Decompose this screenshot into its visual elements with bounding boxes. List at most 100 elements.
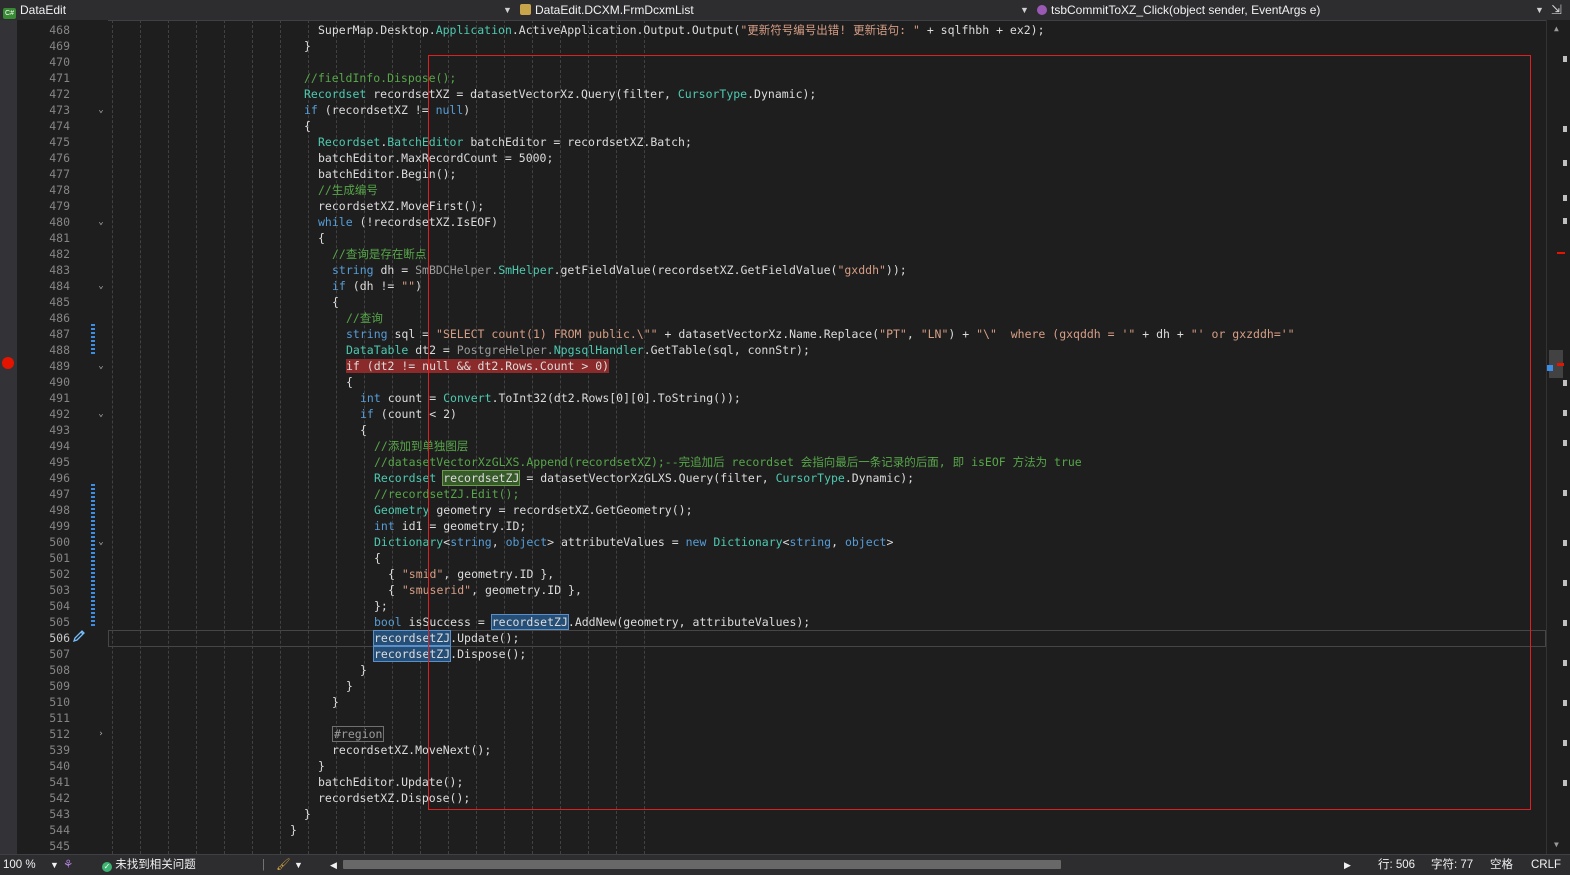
vertical-scrollbar[interactable]: ▲ ▼ [1546, 20, 1570, 854]
scroll-right-icon[interactable]: ▶ [1344, 855, 1351, 875]
code-token: int [360, 391, 381, 405]
code-token: } [360, 663, 367, 677]
scroll-up-icon[interactable]: ▲ [1554, 24, 1559, 33]
code-token: } [318, 759, 325, 773]
line-number: 485 [49, 295, 70, 309]
code-line[interactable]: { [304, 118, 311, 134]
code-line[interactable]: } [332, 694, 339, 710]
line-number: 493 [49, 423, 70, 437]
code-token: //查询 [346, 311, 383, 325]
code-token: int [374, 519, 395, 533]
line-number: 498 [49, 503, 70, 517]
line-number: 502 [49, 567, 70, 581]
line-number: 480 [49, 215, 70, 229]
code-line[interactable]: } [346, 678, 353, 694]
line-number: 472 [49, 87, 70, 101]
code-token: //查询是存在断点 [332, 247, 427, 261]
code-line[interactable]: //生成编号 [318, 182, 378, 198]
breakpoint-icon[interactable] [2, 357, 14, 369]
line-number: 512 [49, 727, 70, 741]
indentation-mode[interactable]: 空格 [1490, 855, 1513, 875]
collapse-icon[interactable]: ⌄ [96, 358, 106, 374]
expand-icon[interactable]: › [96, 726, 106, 742]
method-icon [1037, 5, 1047, 15]
chevron-down-icon[interactable]: ▼ [1020, 0, 1029, 20]
chevron-down-icon[interactable]: ▼ [50, 855, 59, 875]
chevron-down-icon[interactable]: ▼ [294, 855, 303, 875]
code-token: dh = [373, 263, 416, 277]
code-line[interactable]: if (dh != "") [332, 278, 422, 294]
member-dropdown[interactable]: tsbCommitToXZ_Click(object sender, Event… [1037, 0, 1532, 20]
code-line[interactable]: { [374, 550, 381, 566]
code-cleanup-icon[interactable]: 🖌 [276, 855, 291, 875]
indent-guide [140, 20, 141, 854]
breakpoint-margin[interactable] [0, 20, 17, 854]
code-token: { [374, 551, 381, 565]
code-token: { [388, 567, 402, 581]
line-ending[interactable]: CRLF [1531, 855, 1561, 875]
line-number: 506 [49, 631, 70, 645]
code-token: }; [374, 599, 388, 613]
line-number: 483 [49, 263, 70, 277]
code-line[interactable]: //查询 [346, 310, 383, 326]
code-token: { [318, 231, 325, 245]
line-number: 474 [49, 119, 70, 133]
collapse-icon[interactable]: ⌄ [96, 278, 106, 294]
zoom-level[interactable]: 100 % [3, 855, 36, 875]
class-dropdown[interactable]: DataEdit.DCXM.FrmDcxmList [520, 0, 1020, 20]
project-dropdown[interactable]: C# DataEdit [3, 0, 503, 20]
code-token: Recordset [374, 471, 437, 485]
line-number: 491 [49, 391, 70, 405]
code-line[interactable]: { [346, 374, 353, 390]
status-bar: 100 % ▼ ⚘ ✓ 未找到相关问题 | 🖌 ▼ ◀ ▶ 行: 506 字符:… [0, 854, 1570, 875]
split-window-icon[interactable]: ⇲ [1551, 0, 1562, 20]
code-line[interactable]: { [332, 294, 339, 310]
chevron-down-icon[interactable]: ▼ [1535, 0, 1544, 20]
code-editor[interactable]: SuperMap.Desktop.Application.ActiveAppli… [108, 20, 1546, 854]
scroll-down-icon[interactable]: ▼ [1554, 840, 1559, 849]
code-line[interactable]: }; [374, 598, 388, 614]
line-number: 505 [49, 615, 70, 629]
horizontal-scrollbar-thumb[interactable] [343, 860, 1061, 869]
copilot-icon[interactable]: ⚘ [63, 855, 73, 875]
collapse-icon[interactable]: ⌄ [96, 406, 106, 422]
collapse-icon[interactable]: ⌄ [96, 102, 106, 118]
code-line[interactable]: //查询是存在断点 [332, 246, 426, 262]
code-line[interactable]: SuperMap.Desktop.Application.ActiveAppli… [318, 22, 1045, 38]
line-number: 496 [49, 471, 70, 485]
code-token: if [332, 279, 346, 293]
member-name: tsbCommitToXZ_Click(object sender, Event… [1051, 3, 1321, 17]
code-token: #region [332, 726, 385, 742]
chevron-down-icon[interactable]: ▼ [503, 0, 512, 20]
line-number: 509 [49, 679, 70, 693]
code-line[interactable]: { [360, 422, 367, 438]
code-line[interactable]: #region [332, 726, 385, 742]
cursor-line[interactable]: 行: 506 [1378, 855, 1415, 875]
cursor-char[interactable]: 字符: 77 [1431, 855, 1473, 875]
quick-action-pencil-icon[interactable] [72, 628, 86, 643]
line-number: 542 [49, 791, 70, 805]
collapse-icon[interactable]: ⌄ [96, 534, 106, 550]
code-token: .ActiveApplication.Output.Output( [511, 23, 741, 37]
code-token: } [346, 679, 353, 693]
code-line[interactable]: } [304, 38, 311, 54]
code-line[interactable]: } [290, 822, 297, 838]
line-number: 492 [49, 407, 70, 421]
line-number: 471 [49, 71, 70, 85]
code-line[interactable]: { [318, 230, 325, 246]
code-token: } [304, 39, 311, 53]
line-number: 504 [49, 599, 70, 613]
line-number: 543 [49, 807, 70, 821]
issues-indicator[interactable]: ✓ 未找到相关问题 [102, 855, 196, 875]
line-number: 500 [49, 535, 70, 549]
code-token: Recordset [318, 135, 381, 149]
code-token: (dh != [345, 279, 402, 293]
code-token: "" [401, 279, 416, 293]
line-number: 510 [49, 695, 70, 709]
code-line[interactable]: } [304, 806, 311, 822]
code-line[interactable]: } [360, 662, 367, 678]
scroll-left-icon[interactable]: ◀ [330, 855, 337, 875]
collapse-icon[interactable]: ⌄ [96, 214, 106, 230]
code-line[interactable]: } [318, 758, 325, 774]
line-number: 539 [49, 743, 70, 757]
